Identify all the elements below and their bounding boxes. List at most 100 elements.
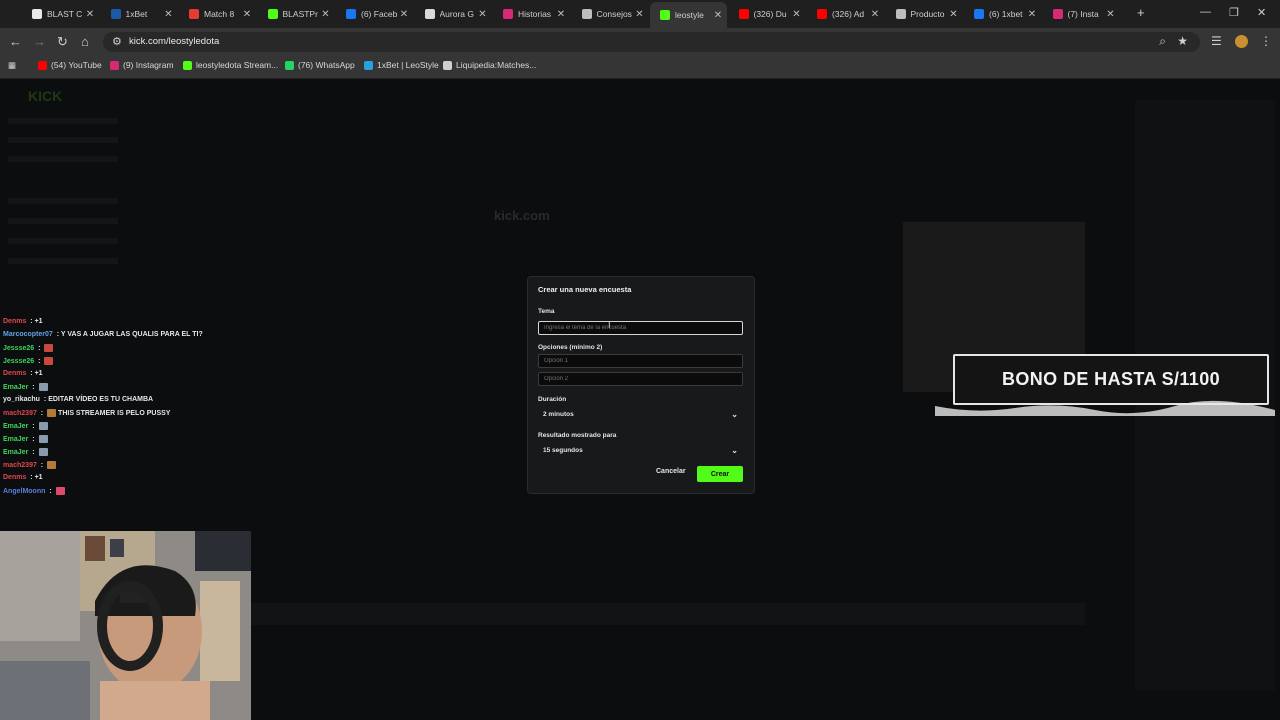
close-tab-icon[interactable]: ✕ <box>477 9 489 20</box>
bookmark-star-icon[interactable]: ★ <box>1177 34 1188 48</box>
chat-message: mach2397 : <box>3 461 57 469</box>
reading-list-icon[interactable]: ☰ <box>1211 34 1222 48</box>
close-tab-icon[interactable]: ✕ <box>1105 9 1117 20</box>
reload-icon[interactable]: ↻ <box>57 34 68 50</box>
new-tab-button[interactable]: + <box>1137 5 1145 20</box>
chevron-down-icon: ⌄ <box>731 446 738 455</box>
chat-message: EmaJer : <box>3 383 48 391</box>
chat-message: Denms : +1 <box>3 318 43 325</box>
chat-text: : EDITAR VÍDEO ES TU CHAMBA <box>41 396 154 403</box>
topic-label: Tema <box>538 308 555 315</box>
close-tab-icon[interactable]: ✕ <box>163 9 175 20</box>
bookmark-label: leostyledota Stream... <box>196 60 279 70</box>
close-tab-icon[interactable]: ✕ <box>555 9 567 20</box>
browser-tab[interactable]: Producto ✕ <box>886 3 963 25</box>
topic-input[interactable] <box>538 321 743 335</box>
close-tab-icon[interactable]: ✕ <box>791 9 803 20</box>
maximize-icon[interactable]: ❐ <box>1229 6 1239 19</box>
bookmark-item[interactable]: (9) Instagram <box>110 60 174 70</box>
bookmark-item[interactable]: 1xBet | LeoStyle <box>364 60 439 70</box>
chat-text: : <box>30 422 37 430</box>
browser-tab[interactable]: (6) Faceb ✕ <box>336 3 413 25</box>
chat-username[interactable]: EmaJer <box>3 436 28 443</box>
bookmark-favicon-icon <box>38 60 47 70</box>
home-icon[interactable]: ⌂ <box>81 34 89 49</box>
aurora-icon <box>424 9 435 19</box>
chat-username[interactable]: yo_rikachu <box>3 396 40 403</box>
chat-emote-icon <box>47 409 57 417</box>
chat-username[interactable]: Denms <box>3 318 26 325</box>
browser-tab[interactable]: (326) Du ✕ <box>729 3 806 25</box>
chat-username[interactable]: Denms <box>3 370 26 377</box>
back-icon[interactable]: ← <box>9 34 22 49</box>
close-tab-icon[interactable]: ✕ <box>948 9 960 20</box>
bookmark-item[interactable]: (54) YouTube <box>38 60 102 70</box>
option-2-input[interactable] <box>538 372 743 386</box>
chat-emote-icon <box>38 448 48 456</box>
chat-username[interactable]: AngelMoonn <box>3 488 45 495</box>
bookmark-favicon-icon <box>183 60 192 70</box>
browser-tab[interactable]: (6) 1xbet ✕ <box>964 3 1041 25</box>
browser-tab[interactable]: Match 8 ✕ <box>179 3 256 25</box>
apps-grid-icon[interactable]: ▦ <box>8 60 16 71</box>
chat-username[interactable]: Marcocopter07 <box>3 331 53 338</box>
chat-username[interactable]: mach2397 <box>3 410 37 417</box>
close-tab-icon[interactable]: ✕ <box>320 9 332 20</box>
close-tab-icon[interactable]: ✕ <box>398 9 410 20</box>
chat-username[interactable]: Jessse26 <box>3 358 34 365</box>
browser-tab[interactable]: BLAST C ✕ <box>22 3 99 25</box>
chat-username[interactable]: Jessse26 <box>3 345 34 352</box>
browser-tab[interactable]: leostyle ✕ <box>650 2 727 28</box>
profile-avatar[interactable] <box>1235 35 1248 48</box>
close-window-icon[interactable]: ✕ <box>1257 6 1266 19</box>
close-tab-icon[interactable]: ✕ <box>1026 9 1038 20</box>
duration-select[interactable]: 2 minutos ⌄ <box>538 408 743 422</box>
chevron-down-icon: ⌄ <box>731 410 738 419</box>
chat-username[interactable]: mach2397 <box>3 462 37 469</box>
close-tab-icon[interactable]: ✕ <box>869 9 881 20</box>
chat-emote-icon <box>44 357 54 365</box>
close-tab-icon[interactable]: ✕ <box>84 9 96 20</box>
chat-username[interactable]: Denms <box>3 474 26 481</box>
tab-title: BLAST C <box>47 9 83 19</box>
browser-tab[interactable]: Consejos ✕ <box>572 3 649 25</box>
close-tab-icon[interactable]: ✕ <box>634 9 646 20</box>
chat-emote-icon <box>47 461 57 469</box>
bookmark-label: 1xBet | LeoStyle <box>377 60 439 70</box>
bookmark-label: Liquipedia:Matches... <box>456 60 537 70</box>
browser-tab[interactable]: Aurora G ✕ <box>415 3 492 25</box>
browser-tab[interactable]: 1xBet ✕ <box>101 3 178 25</box>
bookmark-item[interactable]: (76) WhatsApp <box>285 60 355 70</box>
cancel-button[interactable]: Cancelar <box>656 468 686 475</box>
chat-username[interactable]: EmaJer <box>3 449 28 456</box>
bookmark-favicon-icon <box>285 60 294 70</box>
menu-icon[interactable]: ⋮ <box>1260 34 1272 48</box>
bookmark-label: (54) YouTube <box>51 60 102 70</box>
chat-username[interactable]: EmaJer <box>3 384 28 391</box>
web-icon <box>895 9 906 19</box>
forward-icon[interactable]: → <box>33 34 46 49</box>
address-bar[interactable]: ⚙ kick.com/leostyledota ⌕ ★ <box>103 32 1200 52</box>
bookmark-item[interactable]: leostyledota Stream... <box>183 60 278 70</box>
youtube-icon <box>738 9 749 19</box>
chat-text: : Y VAS A JUGAR LAS QUALIS PARA EL TI? <box>54 331 203 338</box>
close-tab-icon[interactable]: ✕ <box>241 9 253 20</box>
close-tab-icon[interactable]: ✕ <box>712 10 724 21</box>
chat-message: EmaJer : <box>3 435 48 443</box>
chat-username[interactable]: EmaJer <box>3 423 28 430</box>
browser-tab[interactable]: Historias ✕ <box>493 3 570 25</box>
result-display-select[interactable]: 15 segundos ⌄ <box>538 444 743 458</box>
kick-logo: KICK <box>28 88 63 104</box>
create-button[interactable]: Crear <box>697 466 743 482</box>
chat-emote-icon <box>44 344 54 352</box>
minimize-icon[interactable]: — <box>1200 6 1211 18</box>
bookmark-item[interactable]: Liquipedia:Matches... <box>443 60 536 70</box>
chat-message: Denms : +1 <box>3 474 43 481</box>
browser-tab[interactable]: (7) Insta ✕ <box>1043 3 1120 25</box>
site-info-icon[interactable]: ⚙ <box>112 35 122 48</box>
browser-tab[interactable]: (326) Ad ✕ <box>807 3 884 25</box>
bookmark-label: (9) Instagram <box>123 60 174 70</box>
option-1-input[interactable] <box>538 354 743 368</box>
browser-tab[interactable]: BLASTPr ✕ <box>258 3 335 25</box>
search-icon[interactable]: ⌕ <box>1159 34 1166 49</box>
